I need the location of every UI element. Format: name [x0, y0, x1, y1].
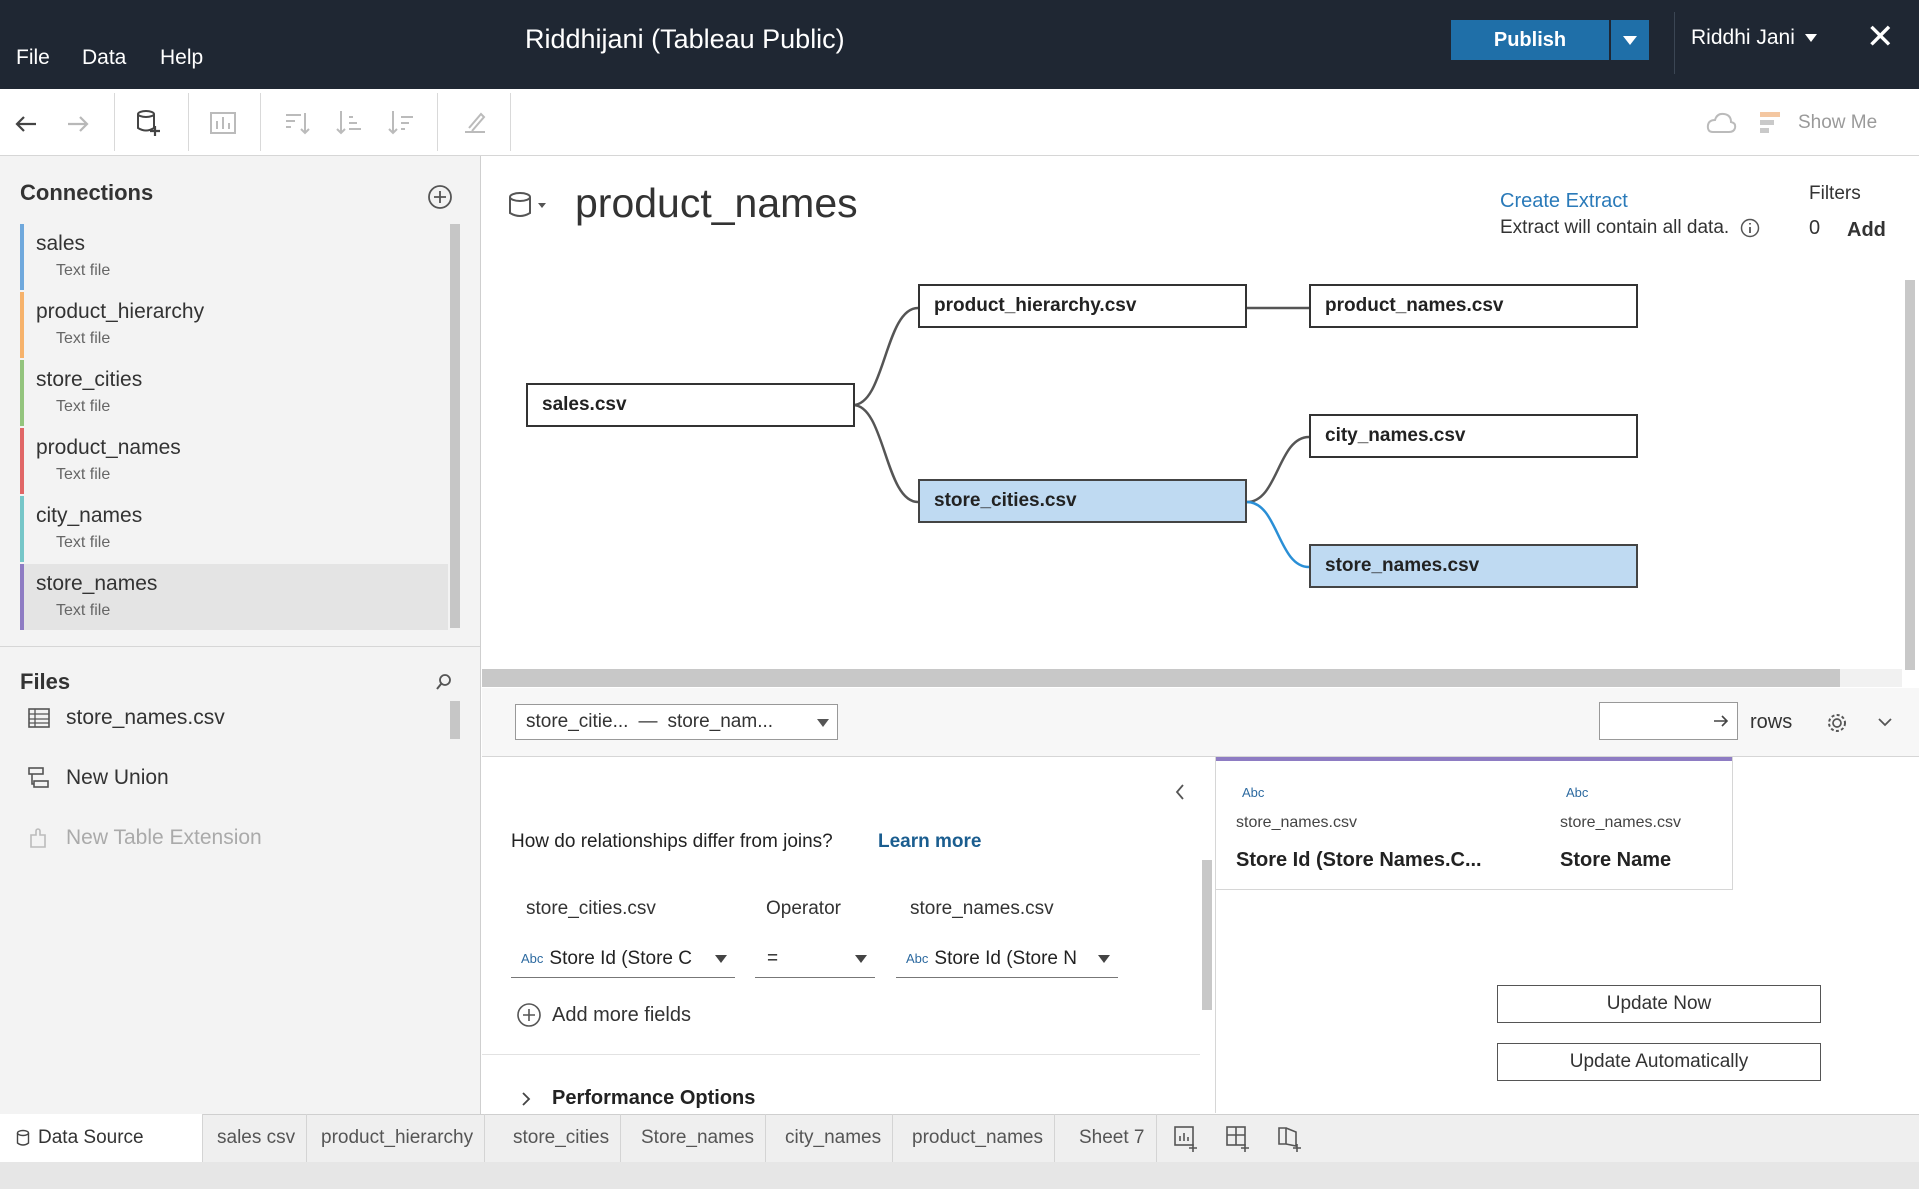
tab-data-source-label: Data Source: [38, 1127, 144, 1148]
rows-label: rows: [1750, 711, 1793, 733]
column-source: store_names.csv: [1560, 814, 1681, 831]
status-bar: [0, 1162, 1919, 1189]
column-name: Store Id (Store Names.C...: [1236, 849, 1482, 871]
tab-store-cities[interactable]: store_cities: [502, 1114, 622, 1162]
table-node-product-hierarchy[interactable]: product_hierarchy.csv: [918, 284, 1247, 328]
new-dashboard-icon[interactable]: [1224, 1124, 1252, 1152]
tab-data-source[interactable]: Data Source: [0, 1114, 203, 1162]
files-scrollbar[interactable]: [450, 701, 460, 739]
tab-product-hierarchy[interactable]: product_hierarchy: [310, 1114, 486, 1162]
table-node-store-cities[interactable]: store_cities.csv: [918, 479, 1247, 523]
caret-down-icon: [855, 955, 867, 963]
tab-sales-csv[interactable]: sales csv: [206, 1114, 308, 1162]
arrow-right-icon[interactable]: [1713, 714, 1729, 728]
new-story-icon[interactable]: [1276, 1124, 1304, 1152]
add-circle-icon: [517, 1003, 541, 1027]
union-icon: [28, 767, 49, 788]
canvas-scroll-thumb[interactable]: [482, 669, 1840, 687]
caret-down-icon: [1098, 955, 1110, 963]
tab-store-names[interactable]: Store_names: [630, 1114, 767, 1162]
relationship-selector[interactable]: store_citie... — store_nam...: [515, 704, 838, 740]
right-field-value: Store Id (Store N: [934, 947, 1077, 969]
new-union-item[interactable]: New Union: [28, 766, 169, 790]
column-source: store_names.csv: [1236, 814, 1357, 831]
learn-more-link[interactable]: Learn more: [878, 831, 981, 853]
relationship-panel: [482, 757, 1216, 1113]
table-node-product-names[interactable]: product_names.csv: [1309, 284, 1638, 328]
table-node-city-names[interactable]: city_names.csv: [1309, 414, 1638, 458]
relationship-left-table: store_citie...: [526, 711, 629, 732]
extension-icon: [30, 828, 46, 848]
rows-input[interactable]: [1599, 702, 1738, 740]
left-field-value: Store Id (Store C: [549, 947, 692, 969]
caret-down-icon: [817, 719, 829, 727]
add-more-fields-button[interactable]: Add more fields: [516, 1002, 691, 1028]
left-table-heading: store_cities.csv: [526, 898, 656, 919]
tab-product-names[interactable]: product_names: [901, 1114, 1055, 1162]
operator-value: =: [767, 947, 779, 969]
relationships-question: How do relationships differ from joins?: [511, 831, 833, 852]
table-icon: [28, 708, 50, 728]
update-now-button[interactable]: Update Now: [1497, 985, 1821, 1023]
chevron-right-icon: [522, 1091, 531, 1106]
relationship-lines: [852, 306, 1310, 569]
new-table-extension-item: New Table Extension: [28, 826, 262, 850]
string-type-icon[interactable]: Abc: [1242, 785, 1264, 800]
table-node-sales[interactable]: sales.csv: [526, 383, 855, 427]
canvas-vertical-scrollbar[interactable]: [1905, 280, 1915, 670]
column-header-store-id[interactable]: Abc store_names.csv Store Id (Store Name…: [1216, 757, 1541, 890]
right-table-heading: store_names.csv: [910, 898, 1054, 919]
operator-heading: Operator: [766, 898, 841, 919]
performance-options-label: Performance Options: [552, 1087, 756, 1109]
relationship-panel-scrollbar[interactable]: [1202, 860, 1212, 1010]
file-item-store-names[interactable]: store_names.csv: [28, 706, 225, 730]
string-type-icon[interactable]: Abc: [1566, 785, 1588, 800]
new-worksheet-icon[interactable]: [1172, 1124, 1200, 1152]
column-header-store-name[interactable]: Abc store_names.csv Store Name: [1540, 757, 1733, 890]
right-field-select[interactable]: Abc Store Id (Store N: [896, 940, 1118, 978]
chevron-down-icon[interactable]: [1877, 716, 1893, 728]
string-type-icon: Abc: [521, 951, 544, 966]
operator-select[interactable]: =: [755, 940, 875, 978]
gear-icon[interactable]: [1826, 712, 1848, 734]
column-color-bar: [1540, 757, 1732, 761]
left-field-select[interactable]: Abc Store Id (Store C: [511, 940, 735, 978]
caret-down-icon: [715, 955, 727, 963]
update-automatically-button[interactable]: Update Automatically: [1497, 1043, 1821, 1081]
performance-options-toggle[interactable]: Performance Options: [520, 1087, 755, 1110]
relationship-separator: —: [638, 711, 658, 732]
tab-city-names[interactable]: city_names: [774, 1114, 894, 1162]
add-more-fields-label: Add more fields: [552, 1003, 691, 1026]
new-union-label: New Union: [66, 766, 169, 789]
tab-sheet-7[interactable]: Sheet 7: [1068, 1114, 1157, 1162]
data-source-icon: [16, 1129, 30, 1146]
relationship-right-table: store_nam...: [667, 711, 774, 732]
table-node-store-names[interactable]: store_names.csv: [1309, 544, 1638, 588]
new-table-extension-label: New Table Extension: [66, 826, 262, 849]
column-name: Store Name: [1560, 849, 1672, 871]
panel-divider: [482, 1054, 1200, 1055]
string-type-icon: Abc: [906, 951, 929, 966]
chevron-left-icon[interactable]: [1174, 783, 1186, 801]
column-color-bar: [1216, 757, 1540, 761]
file-item-label: store_names.csv: [66, 706, 225, 729]
